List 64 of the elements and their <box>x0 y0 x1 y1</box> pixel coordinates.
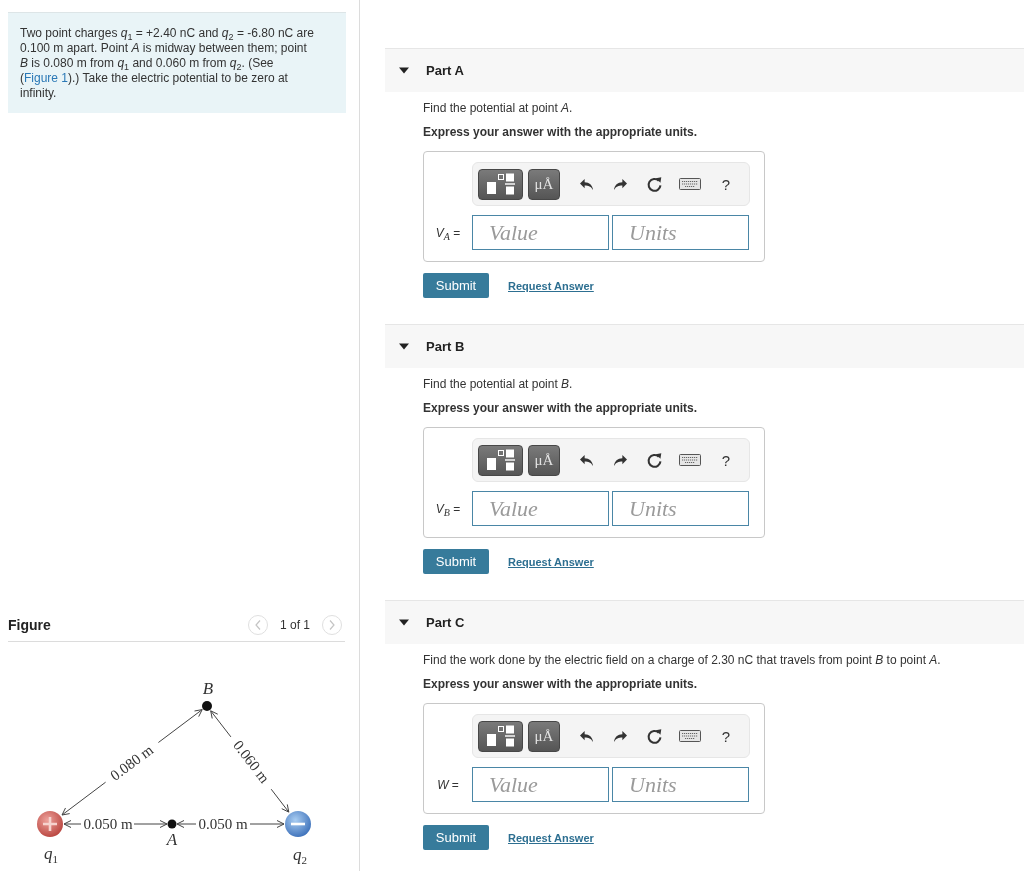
redo-icon <box>612 729 628 743</box>
charge-label: q$_{1}$ <box>44 844 58 862</box>
point-label: A <box>166 830 178 848</box>
redo-icon <box>612 177 628 191</box>
help-button[interactable]: ? <box>714 724 738 748</box>
answer-label: V$_{A}$ = <box>435 225 461 240</box>
template-icon <box>485 725 516 747</box>
reset-icon <box>645 727 663 745</box>
units-button[interactable]: μÅ <box>528 720 560 752</box>
units-button[interactable]: μÅ <box>528 444 560 476</box>
reset-icon <box>645 175 663 193</box>
keyboard-icon <box>679 730 701 742</box>
undo-icon <box>578 729 594 743</box>
submit-button[interactable]: Submit <box>423 273 489 298</box>
answer-label: W = <box>437 777 459 792</box>
template-button[interactable] <box>478 168 523 200</box>
negative-charge <box>285 811 311 837</box>
undo-icon <box>578 177 594 191</box>
units-input[interactable]: Units <box>612 491 749 526</box>
undo-icon <box>578 453 594 467</box>
submit-button[interactable]: Submit <box>423 825 489 850</box>
part-header[interactable]: Part C <box>385 600 1024 644</box>
redo-icon <box>612 453 628 467</box>
question-text: Find the potential at point B. <box>423 377 574 392</box>
help-button[interactable]: ? <box>714 172 738 196</box>
chevron-right-icon <box>329 620 335 630</box>
figure-title: Figure <box>8 617 51 633</box>
request-answer-link[interactable]: Request Answer <box>508 831 594 844</box>
instruction-text: Express your answer with the appropriate units. <box>423 125 699 140</box>
instruction-text: Express your answer with the appropriate units. <box>423 401 699 416</box>
template-icon <box>485 173 516 195</box>
keyboard-icon <box>679 454 701 466</box>
value-input[interactable]: Value <box>472 215 609 250</box>
keyboard-icon <box>679 178 701 190</box>
submit-button[interactable]: Submit <box>423 549 489 574</box>
point-dot <box>167 819 177 829</box>
chevron-left-icon <box>254 620 261 630</box>
value-input[interactable]: Value <box>472 491 609 526</box>
request-answer-link[interactable]: Request Answer <box>508 555 594 568</box>
page-counter: 1 of 1 <box>279 618 310 632</box>
charge-label: q$_{2}$ <box>293 845 307 863</box>
part-header[interactable]: Part A <box>385 48 1024 92</box>
question-text: Find the work done by the electric field on a charge of 2.30 nC that travels from point B to point A. <box>423 653 942 668</box>
template-button[interactable] <box>478 444 523 476</box>
template-icon <box>485 449 516 471</box>
value-input[interactable]: Value <box>472 767 609 802</box>
units-input[interactable]: Units <box>612 215 749 250</box>
units-input[interactable]: Units <box>612 767 749 802</box>
help-button[interactable]: ? <box>714 448 738 472</box>
part-header[interactable]: Part B <box>385 324 1024 368</box>
distance-label: 0.050 m <box>83 816 133 832</box>
positive-charge <box>37 811 63 837</box>
figure-link[interactable]: Figure 1 <box>24 71 69 85</box>
request-answer-link[interactable]: Request Answer <box>508 279 594 292</box>
template-button[interactable] <box>478 720 523 752</box>
reset-icon <box>645 451 663 469</box>
units-button[interactable]: μÅ <box>528 168 560 200</box>
problem-text: Two point charges q$_{1}$ = +2.40 nC and q$_{2}$ = -6.80 nC are 0.100 m apart. Point A is midway between them; point B is 0.080 m from q$_{1}$ and 0.060 m from q$_{2}$. (See (Figure 1).) Take the electric potential to be zero at infinity. <box>20 26 315 101</box>
answer-label: V$_{B}$ = <box>435 501 461 516</box>
instruction-text: Express your answer with the appropriate units. <box>423 677 699 692</box>
point-dot <box>202 701 212 711</box>
point-label: B <box>202 679 214 697</box>
distance-label: 0.050 m <box>198 816 248 832</box>
question-text: Find the potential at point A. <box>423 101 574 116</box>
